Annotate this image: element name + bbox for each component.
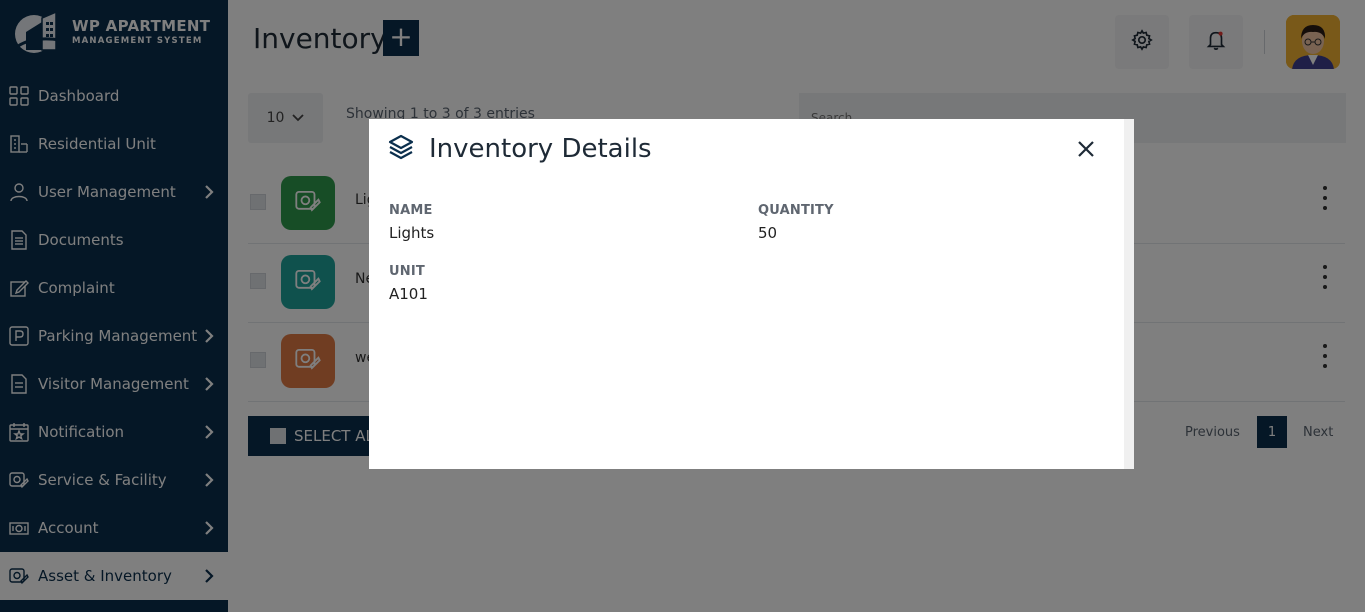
name-label: NAME [389, 203, 433, 218]
close-icon[interactable] [1076, 139, 1096, 159]
layers-icon [387, 133, 415, 165]
unit-value: A101 [389, 285, 428, 303]
unit-label: UNIT [389, 264, 425, 279]
unit-field: UNIT A101 [389, 264, 428, 303]
quantity-label: QUANTITY [758, 203, 834, 218]
inventory-details-modal: Inventory Details NAME Lights QUANTITY 5… [369, 119, 1134, 469]
name-value: Lights [389, 224, 435, 242]
quantity-value: 50 [758, 224, 778, 242]
quantity-field: QUANTITY 50 [758, 203, 834, 242]
name-field: NAME Lights [389, 203, 434, 242]
modal-title: Inventory Details [429, 134, 652, 164]
